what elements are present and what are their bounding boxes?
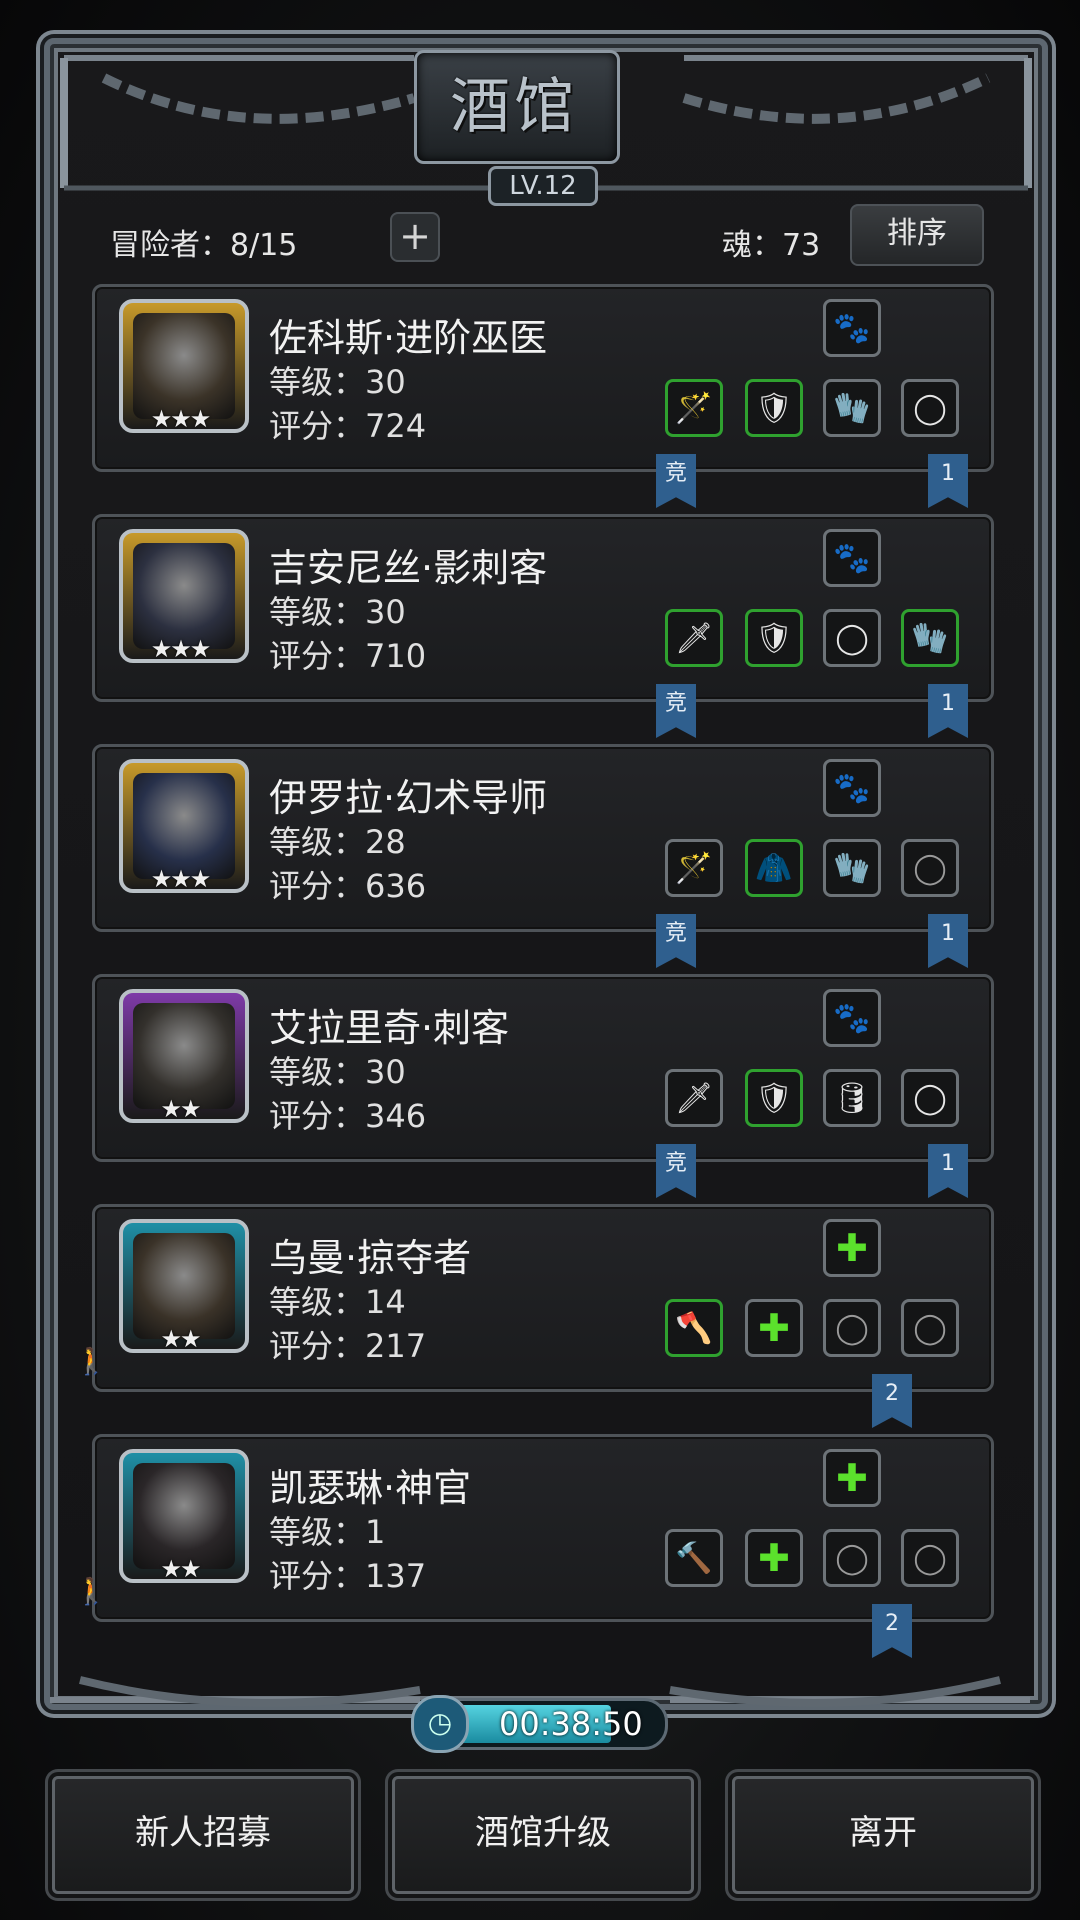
hero-stars: ★★	[160, 1555, 201, 1583]
hero-name: 凯瑟琳·神官	[269, 1466, 472, 1510]
upgrade-tavern-button[interactable]: 酒馆升级	[392, 1776, 694, 1894]
hero-portrait	[133, 773, 235, 879]
hero-portrait	[133, 313, 235, 419]
pet-slot-icon[interactable]: 🐾	[823, 759, 881, 817]
empty-ring-slot-icon[interactable]: ◯	[901, 1299, 959, 1357]
staff-icon[interactable]: 🪄	[665, 379, 723, 437]
hero-card[interactable]: ★★★ 吉安尼丝·影刺客 等级：30 评分：710 🐾 🗡 🛡 ◯ 🧤	[92, 514, 994, 702]
hero-portrait	[133, 1463, 235, 1569]
hero-score: 评分：217	[269, 1327, 427, 1365]
empty-ring-slot-icon[interactable]: ◯	[823, 1529, 881, 1587]
gauntlet-icon[interactable]: 🧤	[823, 839, 881, 897]
hero-stars: ★★★	[150, 865, 212, 893]
hero-card[interactable]: ★★ 凯瑟琳·神官 等级：1 评分：137 ✚ 🔨 ✚ ◯ ◯ 🚶	[75, 1434, 994, 1622]
hero-name: 乌曼·掠夺者	[269, 1236, 472, 1280]
dagger-icon[interactable]: 🗡	[665, 609, 723, 667]
hero-level: 等级：30	[269, 593, 406, 631]
add-armor-plus-icon[interactable]: ✚	[745, 1529, 803, 1587]
recruit-button[interactable]: 新人招募	[52, 1776, 354, 1894]
add-pet-plus-icon[interactable]: ✚	[823, 1219, 881, 1277]
hero-portrait	[133, 1003, 235, 1109]
add-pet-plus-icon[interactable]: ✚	[823, 1449, 881, 1507]
hero-stars: ★★	[160, 1095, 201, 1123]
hero-portrait	[133, 543, 235, 649]
axe-icon[interactable]: 🪓	[665, 1299, 723, 1357]
hero-stars: ★★★	[150, 405, 212, 433]
hero-name: 伊罗拉·幻术导师	[269, 776, 548, 820]
hero-score: 评分：636	[269, 867, 427, 905]
hero-score: 评分：710	[269, 637, 427, 675]
add-armor-plus-icon[interactable]: ✚	[745, 1299, 803, 1357]
hero-level: 等级：14	[269, 1283, 406, 1321]
hero-level: 等级：30	[269, 363, 406, 401]
gauntlet-icon[interactable]: 🧤	[823, 379, 881, 437]
hero-score: 评分：346	[269, 1097, 427, 1135]
armor-icon[interactable]: 🛡	[745, 609, 803, 667]
dagger-icon[interactable]: 🗡	[665, 1069, 723, 1127]
adventurer-count: 冒险者：8/15	[110, 228, 298, 263]
empty-ring-slot-icon[interactable]: ◯	[823, 1299, 881, 1357]
gauntlet-icon[interactable]: 🧤	[901, 609, 959, 667]
hero-card[interactable]: ★★★ 伊罗拉·幻术导师 等级：28 评分：636 🐾 🪄 🧥 🧤 ◯	[92, 744, 994, 932]
walking-figure-icon: 🚶	[75, 1347, 108, 1377]
barrel-icon[interactable]: 🛢	[823, 1069, 881, 1127]
hammer-icon[interactable]: 🔨	[665, 1529, 723, 1587]
hero-name: 佐科斯·进阶巫医	[269, 316, 548, 360]
hero-portrait	[133, 1233, 235, 1339]
hero-score: 评分：137	[269, 1557, 427, 1595]
walking-figure-icon: 🚶	[75, 1577, 108, 1607]
hero-stars: ★★	[160, 1325, 201, 1353]
ring-icon[interactable]: ◯	[823, 609, 881, 667]
hero-score: 评分：724	[269, 407, 427, 445]
empty-ring-slot-icon[interactable]: ◯	[901, 1529, 959, 1587]
ring-icon[interactable]: ◯	[901, 1069, 959, 1127]
tavern-level-badge: LV.12	[488, 166, 598, 206]
hero-level: 等级：1	[269, 1513, 386, 1551]
soul-count: 魂：73	[722, 228, 821, 263]
top-bar: 冒险者：8/15 + 魂：73 排序	[110, 204, 990, 270]
hero-name: 艾拉里奇·刺客	[269, 1006, 510, 1050]
sort-button[interactable]: 排序	[850, 204, 984, 266]
clock-icon: ◷	[411, 1695, 469, 1753]
armor-icon[interactable]: 🛡	[745, 1069, 803, 1127]
pet-slot-icon[interactable]: 🐾	[823, 989, 881, 1047]
hero-stars: ★★★	[150, 635, 212, 663]
cloak-icon[interactable]: 🧥	[745, 839, 803, 897]
hero-card[interactable]: ★★ 艾拉里奇·刺客 等级：30 评分：346 🐾 🗡 🛡 🛢 ◯	[92, 974, 994, 1162]
armor-icon[interactable]: 🛡	[745, 379, 803, 437]
staff-icon[interactable]: 🪄	[665, 839, 723, 897]
empty-ring-slot-icon[interactable]: ◯	[901, 839, 959, 897]
hero-name: 吉安尼丝·影刺客	[269, 546, 548, 590]
leave-button[interactable]: 离开	[732, 1776, 1034, 1894]
hero-card[interactable]: ★★★ 佐科斯·进阶巫医 等级：30 评分：724 🐾 🪄 🛡 🧤 ◯	[92, 284, 994, 472]
ring-icon[interactable]: ◯	[901, 379, 959, 437]
page-title: 酒馆	[450, 72, 578, 142]
add-slot-button[interactable]: +	[390, 212, 440, 262]
timer-text: 00:38:50	[499, 1705, 643, 1743]
pet-slot-icon[interactable]: 🐾	[823, 529, 881, 587]
refresh-timer: ◷ 00:38:50	[411, 1695, 668, 1753]
hero-level: 等级：28	[269, 823, 406, 861]
hero-card[interactable]: ★★ 乌曼·掠夺者 等级：14 评分：217 ✚ 🪓 ✚ ◯ ◯ 🚶	[75, 1204, 994, 1392]
hero-level: 等级：30	[269, 1053, 406, 1091]
pet-slot-icon[interactable]: 🐾	[823, 299, 881, 357]
